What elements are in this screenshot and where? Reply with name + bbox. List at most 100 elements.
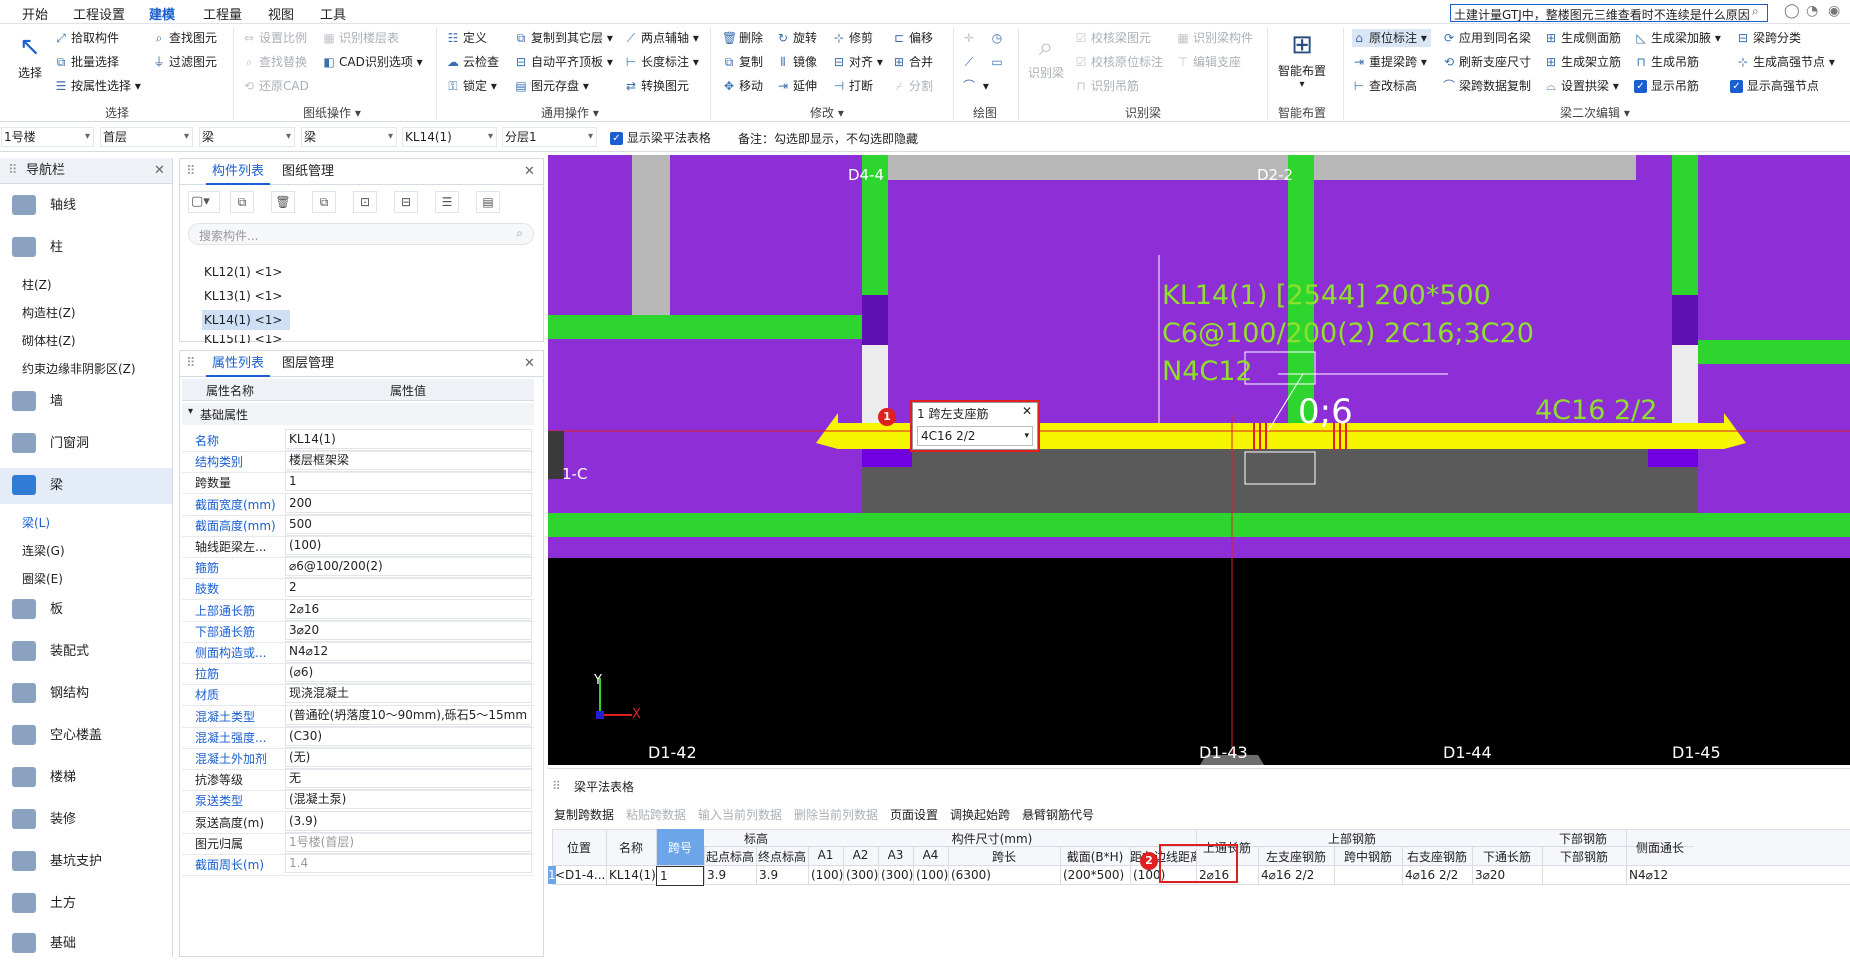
duplicate-icon[interactable]: ⧉ bbox=[312, 191, 336, 213]
edit-elevation-button[interactable]: ⊢ 查改标高 bbox=[1352, 77, 1417, 95]
property-value-input[interactable]: (⌀6) bbox=[285, 662, 532, 683]
table-cell[interactable]: 1 bbox=[656, 866, 704, 886]
property-value-input[interactable]: 3⌀20 bbox=[285, 619, 532, 640]
nav-item-pit-support[interactable]: 基坑支护 bbox=[0, 844, 172, 880]
select-by-attr-button[interactable]: ☰ 按属性选择 ▾ bbox=[54, 77, 141, 95]
find-element-button[interactable]: ⌕ 查找图元 bbox=[152, 29, 217, 47]
pick-component-button[interactable]: ⤢ 拾取构件 bbox=[54, 29, 119, 47]
help-search-input[interactable]: 土建计量GTJ中，整楼图元三维查看时不连续是什么原因 bbox=[1450, 4, 1768, 22]
property-value-input[interactable]: 1.4 bbox=[285, 853, 532, 873]
table-cell[interactable]: 3.9 bbox=[704, 866, 756, 884]
property-group[interactable]: ▾ 基础属性 bbox=[182, 403, 534, 425]
support-annotation[interactable]: 4C16 2/2 bbox=[1535, 395, 1657, 426]
property-value-input[interactable]: (无) bbox=[285, 747, 532, 767]
element-save-button[interactable]: ▤ 图元存盘 ▾ bbox=[514, 77, 589, 95]
page-setup-button[interactable]: 页面设置 bbox=[890, 806, 938, 823]
list-item-selected[interactable]: KL14(1) <1> bbox=[202, 310, 290, 330]
nav-sub-ring-beam[interactable]: 圈梁(E) bbox=[22, 570, 63, 587]
original-annotation-button[interactable]: ⌂ 原位标注 ▾ bbox=[1352, 29, 1431, 47]
nav-item-stairs[interactable]: 楼梯 bbox=[0, 760, 172, 796]
convert-element-button[interactable]: ⇄ 转换图元 bbox=[624, 77, 689, 95]
nav-sub-link-beam[interactable]: 连梁(G) bbox=[22, 542, 65, 559]
smart-layout-button[interactable]: ⊞ 智能布置 ▾ bbox=[1272, 28, 1332, 90]
move-button[interactable]: ✥ 移动 bbox=[722, 77, 763, 95]
check-annot-button[interactable]: ☑ 校核原位标注 bbox=[1074, 53, 1163, 71]
copy-span-data-button[interactable]: 复制跨数据 bbox=[554, 806, 614, 823]
nav-sub-column[interactable]: 柱(Z) bbox=[22, 276, 52, 293]
two-point-axis-button[interactable]: ⟋ 两点辅轴 ▾ bbox=[624, 29, 699, 47]
length-dim-button[interactable]: ⊢ 长度标注 ▾ bbox=[624, 53, 699, 71]
reextract-span-button[interactable]: ⇥ 重提梁跨 ▾ bbox=[1352, 53, 1427, 71]
recognize-hanger-button[interactable]: ⊓ 识别吊筋 bbox=[1074, 77, 1139, 95]
nav-item-door-window[interactable]: 门窗洞 bbox=[0, 426, 172, 462]
gen-side-bar-button[interactable]: ⊞ 生成侧面筋 bbox=[1544, 29, 1621, 47]
define-button[interactable]: ☷ 定义 bbox=[446, 29, 487, 47]
table-cell[interactable]: 4⌀16 2/2 bbox=[1258, 866, 1334, 884]
nav-item-steel[interactable]: 钢结构 bbox=[0, 676, 172, 712]
tab-component-list[interactable]: 构件列表 bbox=[206, 159, 271, 185]
delete-component-icon[interactable]: 🗑 bbox=[271, 191, 295, 213]
property-value-input[interactable]: 2⌀16 bbox=[285, 598, 532, 619]
property-value-input[interactable]: 200 bbox=[285, 492, 532, 513]
table-cell[interactable]: (200*500) bbox=[1060, 866, 1130, 884]
element-select[interactable]: KL14(1) bbox=[402, 127, 497, 147]
recognize-beam-button[interactable]: ⌕ 识别梁 bbox=[1028, 30, 1064, 81]
nav-item-beam[interactable]: 梁 bbox=[0, 468, 172, 504]
gen-hanger-button[interactable]: ⊓ 生成吊筋 bbox=[1634, 53, 1699, 71]
cad-options-button[interactable]: ◧ CAD识别选项 ▾ bbox=[322, 53, 422, 71]
new-component-icon[interactable]: ▢▾ bbox=[188, 191, 220, 213]
grip-icon[interactable]: ⠿ bbox=[8, 158, 18, 184]
batch-select-button[interactable]: ⧉ 批量选择 bbox=[54, 53, 119, 71]
tab-layer-manage[interactable]: 图层管理 bbox=[276, 351, 340, 377]
settings-icon[interactable]: ◉ bbox=[1828, 3, 1840, 19]
type-select[interactable]: 梁 bbox=[199, 127, 295, 147]
grip-icon[interactable]: ⠿ bbox=[552, 779, 561, 793]
auto-align-button[interactable]: ⊟ 自动平齐顶板 ▾ bbox=[514, 53, 613, 71]
tab-property-list[interactable]: 属性列表 bbox=[206, 351, 271, 377]
table-cell[interactable]: N4⌀12 bbox=[1626, 866, 1694, 884]
extend-button[interactable]: ⇥ 延伸 bbox=[776, 77, 817, 95]
level-select[interactable]: 首层 bbox=[100, 127, 193, 147]
layer-copy-icon[interactable]: ⊡ bbox=[353, 191, 377, 213]
span-classify-button[interactable]: ⊟ 梁跨分类 bbox=[1736, 29, 1801, 47]
nav-sub-boundary[interactable]: 约束边缘非阴影区(Z) bbox=[22, 360, 136, 377]
subtype-select[interactable]: 梁 bbox=[301, 127, 397, 147]
property-value-input[interactable]: (混凝土泵) bbox=[285, 789, 532, 810]
property-value-input[interactable]: 500 bbox=[285, 513, 532, 534]
table-cell[interactable]: (100) bbox=[808, 866, 843, 884]
nav-item-earthwork[interactable]: 土方 bbox=[0, 886, 172, 922]
nav-item-prefab[interactable]: 装配式 bbox=[0, 634, 172, 670]
input-column-button[interactable]: 输入当前列数据 bbox=[698, 806, 782, 823]
show-table-checkbox[interactable]: ✓ 显示梁平法表格 bbox=[610, 129, 711, 146]
table-cell[interactable]: (6300) bbox=[948, 866, 1060, 884]
property-value-input[interactable]: (C30) bbox=[285, 725, 532, 746]
property-value-input[interactable]: 楼层框架梁 bbox=[285, 450, 532, 471]
grip-icon[interactable]: ⠿ bbox=[186, 159, 196, 185]
rotate-point-button[interactable]: ◷ bbox=[990, 29, 1007, 47]
nav-item-slab[interactable]: 板 bbox=[0, 592, 172, 628]
user-icon[interactable]: ◯ bbox=[1784, 3, 1800, 19]
nav-sub-struct-column[interactable]: 构造柱(Z) bbox=[22, 304, 76, 321]
property-value-input[interactable]: 现浇混凝土 bbox=[285, 683, 532, 704]
mirror-button[interactable]: ⫴ 镜像 bbox=[776, 53, 817, 71]
swap-start-span-button[interactable]: 调换起始跨 bbox=[950, 806, 1010, 823]
table-cell[interactable]: (300) bbox=[843, 866, 878, 884]
nav-item-axis[interactable]: 轴线 bbox=[0, 188, 172, 224]
headset-icon[interactable]: ◔ bbox=[1806, 3, 1818, 19]
property-value-input[interactable]: 无 bbox=[285, 768, 532, 789]
property-value-input[interactable]: 2 bbox=[285, 577, 532, 598]
edit-support-button[interactable]: ⊤ 编辑支座 bbox=[1176, 53, 1241, 71]
beam-annotation[interactable]: KL14(1) [2544] 200*500 C6@100/200(2) 2C1… bbox=[1162, 277, 1534, 391]
table-cell[interactable]: 3⌀20 bbox=[1472, 866, 1542, 884]
break-button[interactable]: ⊣ 打断 bbox=[832, 77, 873, 95]
menu-start[interactable]: 开始 bbox=[22, 4, 48, 23]
refresh-support-button[interactable]: ⟲ 刷新支座尺寸 bbox=[1442, 53, 1531, 71]
lock-button[interactable]: ⚿ 锁定 ▾ bbox=[446, 77, 496, 95]
component-search-input[interactable]: 搜索构件... ⌕ bbox=[188, 223, 534, 245]
nav-item-column[interactable]: 柱 bbox=[0, 230, 172, 266]
list-item[interactable]: KL15(1) <1> bbox=[204, 335, 282, 343]
copy-button[interactable]: ⧉ 复制 bbox=[722, 53, 763, 71]
property-value-input[interactable]: 1号楼(首层) bbox=[285, 831, 532, 852]
table-cell[interactable]: 3.9 bbox=[756, 866, 808, 884]
split-button[interactable]: ⌿ 分割 bbox=[892, 77, 933, 95]
